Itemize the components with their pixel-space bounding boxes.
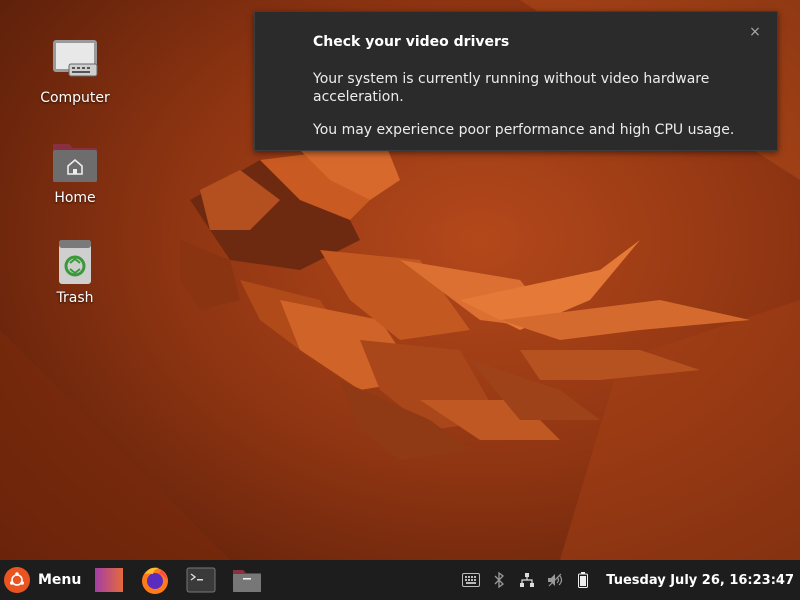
terminal-icon[interactable]: [185, 564, 217, 596]
system-tray: Tuesday July 26, 16:23:47: [462, 560, 800, 600]
ubuntu-logo-icon: [4, 567, 30, 593]
notification-popup: Check your video drivers Your system is …: [254, 11, 778, 151]
keyboard-icon[interactable]: [462, 571, 481, 589]
desktop-icon-label: Computer: [40, 90, 110, 106]
home-folder-icon: [51, 138, 99, 186]
desktop-icon-trash[interactable]: Trash: [30, 238, 120, 306]
notification-body: Your system is currently running without…: [313, 71, 710, 105]
network-icon[interactable]: [518, 571, 536, 589]
desktop-icon-label: Trash: [56, 290, 94, 306]
panel-clock[interactable]: Tuesday July 26, 16:23:47: [606, 573, 794, 588]
computer-icon: [51, 38, 99, 86]
notification-body-secondary: You may experience poor performance and …: [313, 122, 735, 138]
battery-icon[interactable]: [574, 571, 592, 589]
bluetooth-icon[interactable]: [490, 571, 508, 589]
desktop-icon-home[interactable]: Home: [30, 138, 120, 206]
desktop-icon-label: Home: [54, 190, 96, 206]
firefox-icon[interactable]: [139, 564, 171, 596]
volume-muted-icon[interactable]: [546, 571, 564, 589]
file-manager-icon[interactable]: [231, 564, 263, 596]
desktop-icon-computer[interactable]: Computer: [30, 38, 120, 106]
menu-label: Menu: [38, 572, 82, 588]
trash-icon: [51, 238, 99, 286]
bottom-panel: Menu Tuesday July 26, 16:23:47: [0, 560, 800, 600]
notification-title: Check your video drivers: [313, 34, 510, 50]
workspace-switcher-icon[interactable]: [93, 564, 125, 596]
close-icon[interactable]: ×: [747, 24, 763, 40]
menu-button[interactable]: Menu: [4, 560, 89, 600]
